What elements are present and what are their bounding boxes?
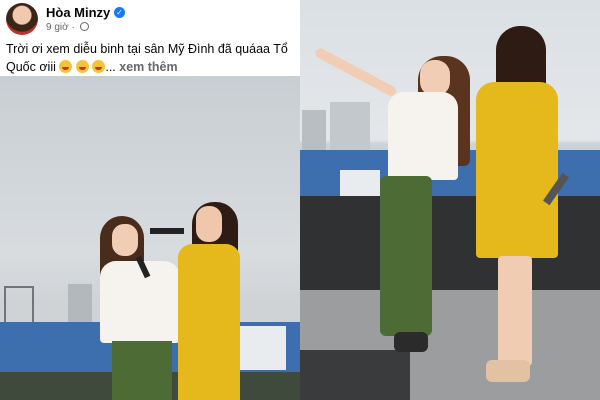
post-text: Trời ơi xem diễu binh tại sân Mỹ Đình đã… [6, 40, 296, 76]
meta-separator: · [71, 22, 75, 33]
grinning-tongue-emoji-icon [75, 60, 89, 73]
verified-badge-icon: ✓ [114, 7, 125, 18]
raised-arm [313, 46, 398, 98]
stadium-roof [236, 326, 286, 370]
white-top [388, 92, 458, 180]
singer-face [196, 206, 222, 242]
legs [498, 256, 532, 366]
stage-edge [300, 350, 410, 400]
yellow-dress [178, 244, 240, 400]
text-ellipsis: ... [105, 60, 116, 74]
post-photo-right[interactable] [300, 0, 600, 400]
see-more-link[interactable]: xem thêm [119, 60, 177, 74]
grinning-tongue-emoji-icon [59, 60, 73, 73]
avatar[interactable] [6, 3, 38, 35]
post-header: Hòa Minzy ✓ 9 giờ · Trời ơi xem diễu bin… [0, 0, 300, 76]
yellow-dress [476, 82, 558, 258]
green-pants [380, 176, 432, 336]
stadium-roof [340, 170, 380, 198]
author-name[interactable]: Hòa Minzy [46, 5, 110, 20]
shoes [394, 332, 428, 352]
grinning-tongue-emoji-icon [92, 60, 106, 73]
heels [486, 360, 530, 382]
city-building [302, 110, 326, 152]
post-time[interactable]: 9 giờ [46, 22, 69, 33]
microphone [150, 228, 184, 234]
post-meta: 9 giờ · [46, 22, 89, 33]
singer-face [112, 224, 138, 256]
green-pants [112, 341, 172, 400]
white-top [100, 261, 180, 343]
city-building [330, 102, 370, 152]
singer-face [420, 60, 450, 96]
post-photo-left[interactable] [0, 76, 300, 400]
globe-icon [79, 22, 89, 31]
